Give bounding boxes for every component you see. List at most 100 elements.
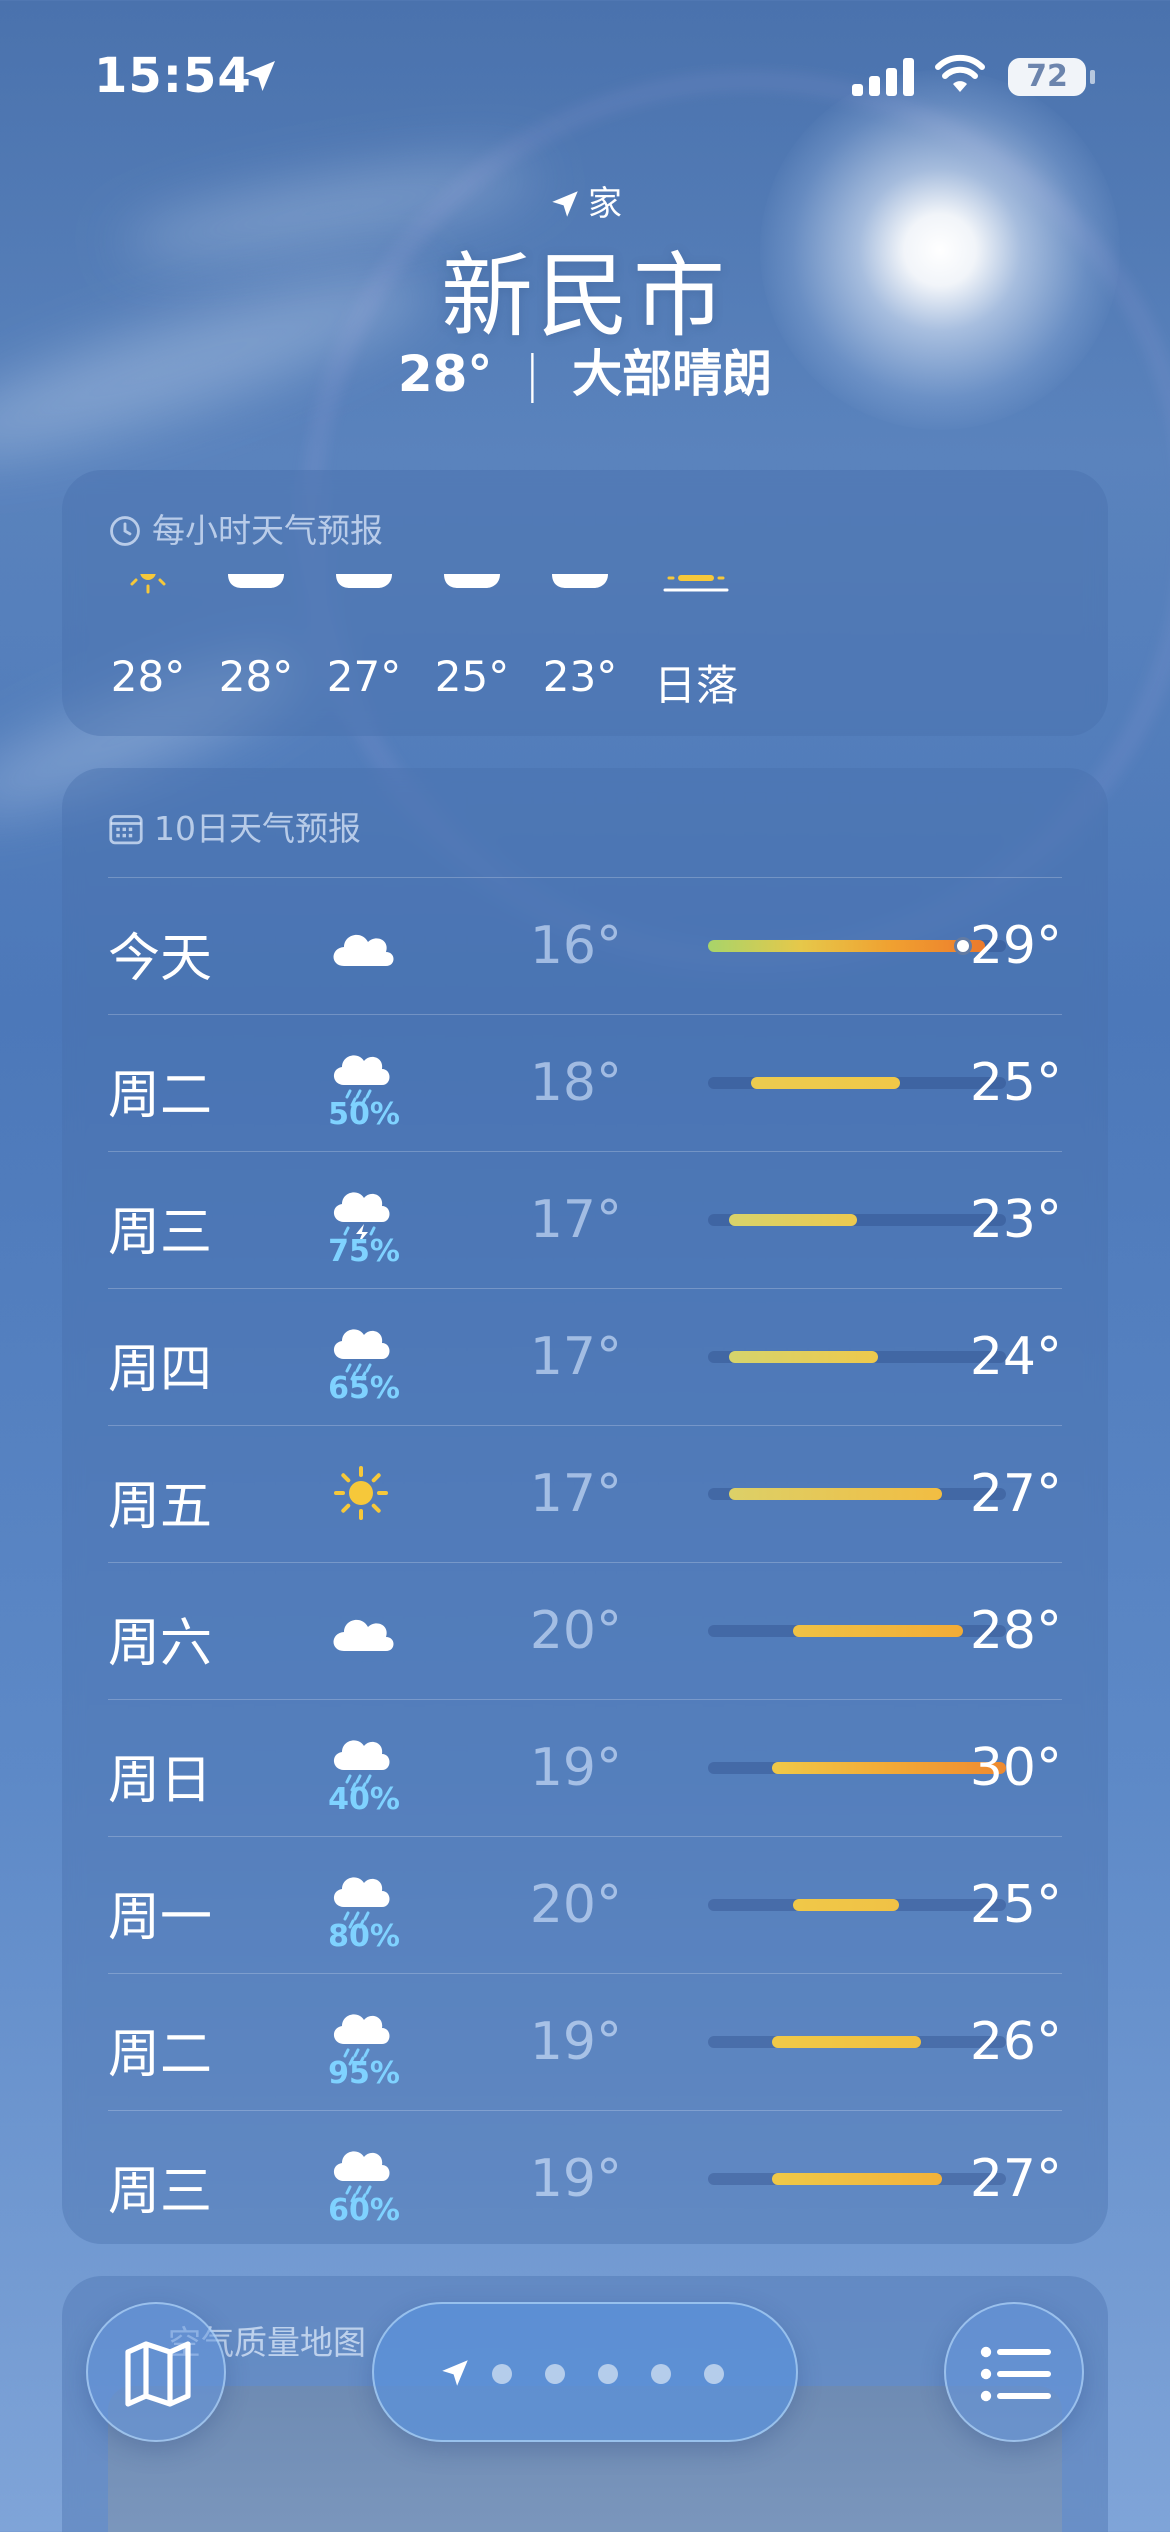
day-label: 周三 [108,1203,213,1263]
weather-icon [326,1170,396,1244]
daily-forecast-card: 10日天气预报 今天 16° 29° 周二 50% 18° 25° 周三 75%… [62,768,1108,2244]
daily-row[interactable]: 周二 95% 19° 26° [108,1973,1062,2110]
daily-row[interactable]: 周四 65% 17° 24° [108,1288,1062,1425]
city-list-button[interactable] [944,2302,1084,2442]
weather-icon [326,1595,396,1665]
temp-range-fill [750,1077,900,1089]
temp-range-bar [708,1488,1006,1500]
map-icon [125,2341,191,2407]
day-label: 周五 [108,1477,213,1537]
hourly-item: 28° [88,470,208,736]
precip-chance: 50% [328,1097,400,1132]
high-temp: 26° [969,2012,1062,2072]
status-time: 15:54 [94,48,252,104]
weather-icon [326,1855,396,1929]
current-condition: 大部晴朗 [572,345,773,403]
temp-range-bar [708,1214,1006,1226]
temp-range-fill [771,2036,921,2048]
precip-chance: 75% [328,1234,400,1269]
daily-row[interactable]: 周三 75% 17° 23° [108,1151,1062,1288]
daily-title: 10日天气预报 [108,802,361,850]
weather-icon [326,910,396,980]
map-button[interactable] [86,2302,226,2442]
weather-icon [326,1718,396,1792]
sunset-icon [663,575,729,592]
cloud-icon [228,574,284,588]
daily-row[interactable]: 周日 40% 19° 30° [108,1699,1062,1836]
precip-chance: 95% [328,2056,400,2091]
battery-indicator: 72 [1008,58,1086,96]
low-temp: 20° [529,1875,622,1935]
temp-range-fill [793,1625,964,1637]
temp-range-fill [771,2173,943,2185]
hourly-temp: 27° [326,652,402,701]
precip-chance: 60% [328,2193,400,2228]
temp-range-fill [793,1899,900,1911]
location-arrow-icon [552,191,578,217]
low-temp: 19° [529,2012,622,2072]
page-dot[interactable] [704,2364,724,2384]
precip-chance: 40% [328,1782,400,1817]
high-temp: 27° [969,2149,1062,2209]
location-name: 家 [588,184,622,224]
day-label: 周日 [108,1751,213,1811]
page-indicator[interactable] [372,2302,798,2442]
low-temp: 20° [529,1601,622,1661]
status-bar: 15:54 72 [0,0,1170,150]
calendar-icon [109,815,143,845]
hourly-item: 28° [196,470,316,736]
daily-row[interactable]: 周二 50% 18° 25° [108,1014,1062,1151]
cellular-signal-icon [852,58,914,96]
page-dot[interactable] [651,2364,671,2384]
location-arrow-icon [245,61,275,91]
day-label: 今天 [108,929,213,989]
page-dot[interactable] [598,2364,618,2384]
day-label: 周三 [108,2162,213,2222]
hourly-item: 日落 [636,470,756,736]
low-temp: 16° [529,916,622,976]
hourly-temp: 28° [110,652,186,701]
precip-chance: 80% [328,1919,400,1954]
wifi-icon [935,54,985,92]
hourly-temp: 23° [542,652,618,701]
high-temp: 25° [969,1053,1062,1113]
current-temperature: 28° [397,345,493,403]
weather-icon [326,2129,396,2203]
temp-range-bar [708,1899,1006,1911]
temp-range-fill [729,1214,857,1226]
high-temp: 27° [969,1464,1062,1524]
sun-icon [334,1466,388,1520]
daily-row[interactable]: 周六 20° 28° [108,1562,1062,1699]
hourly-forecast-card[interactable]: 每小时天气预报 28° 28° 27° 25° 23° 日落 [62,470,1108,736]
weather-icon [326,1033,396,1107]
high-temp: 30° [969,1738,1062,1798]
temp-range-bar [708,2173,1006,2185]
day-label: 周二 [108,2025,213,2085]
temp-range-fill [729,1351,879,1363]
temp-range-bar [708,937,1006,955]
day-label: 周四 [108,1340,213,1400]
page-dot[interactable] [492,2364,512,2384]
cloud-icon [333,934,394,966]
summary-divider: | [523,345,541,403]
hourly-temp: 25° [434,652,510,701]
page-dot[interactable] [545,2364,565,2384]
low-temp: 19° [529,2149,622,2209]
low-temp: 17° [529,1327,622,1387]
temp-range-fill [708,940,985,952]
high-temp: 23° [969,1190,1062,1250]
high-temp: 24° [969,1327,1062,1387]
daily-row[interactable]: 周三 60% 19° 27° [108,2110,1062,2247]
daily-row[interactable]: 周一 80% 20° 25° [108,1836,1062,1973]
hourly-item: 25° [412,470,532,736]
high-temp: 25° [969,1875,1062,1935]
hourly-temp: 日落 [653,661,738,710]
daily-row[interactable]: 周五 17° 27° [108,1425,1062,1562]
temp-range-bar [708,1351,1006,1363]
temp-range-bar [708,1077,1006,1089]
low-temp: 17° [529,1190,622,1250]
day-label: 周二 [108,1066,213,1126]
temp-range-bar [708,2036,1006,2048]
daily-row[interactable]: 今天 16° 29° [108,877,1062,1014]
low-temp: 19° [529,1738,622,1798]
